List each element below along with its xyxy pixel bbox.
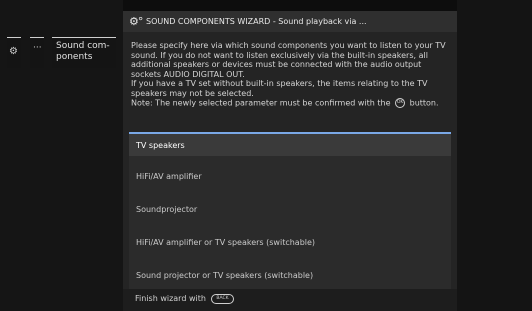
- option-label: Sound projector or TV speakers (switchab…: [136, 271, 314, 280]
- option-hifi-av-amplifier[interactable]: HiFi/AV amplifier: [129, 165, 451, 187]
- sound-options-list: TV speakers HiFi/AV amplifier Soundproje…: [129, 132, 451, 289]
- breadcrumb-ellipsis-label: ···: [33, 43, 42, 53]
- note-prefix: Note: The newly selected parameter must …: [131, 98, 391, 108]
- finish-wizard-label: Finish wizard with: [135, 294, 206, 303]
- wizard-footer: Finish wizard with BACK: [123, 289, 457, 311]
- breadcrumb-sound-components[interactable]: Sound com-ponents: [52, 37, 116, 68]
- option-tv-speakers[interactable]: TV speakers: [129, 132, 451, 156]
- breadcrumb-current-line: ponents: [56, 52, 93, 62]
- ok-button-icon: OK: [395, 98, 406, 108]
- description-paragraph-2: If you have a TV set without built-in sp…: [131, 79, 428, 98]
- dialog-title-bar: ⚙° SOUND COMPONENTS WIZARD - Sound playb…: [123, 11, 457, 32]
- option-label: HiFi/AV amplifier: [136, 172, 202, 181]
- right-panel: [457, 0, 532, 311]
- breadcrumb-ellipsis[interactable]: ···: [30, 37, 44, 68]
- gear-icon: ⚙: [9, 46, 18, 57]
- note-suffix: button.: [409, 98, 439, 108]
- dialog-title: SOUND COMPONENTS WIZARD - Sound playback…: [146, 17, 367, 26]
- breadcrumb-settings[interactable]: ⚙: [7, 37, 21, 68]
- option-label: Soundprojector: [136, 205, 198, 214]
- sound-components-wizard-dialog: ⚙° SOUND COMPONENTS WIZARD - Sound playb…: [123, 11, 457, 311]
- option-sound-projector-or-tv-speakers[interactable]: Sound projector or TV speakers (switchab…: [129, 264, 451, 286]
- description-paragraph-1: Please specify here via which sound comp…: [131, 41, 446, 79]
- dialog-description: Please specify here via which sound comp…: [131, 41, 451, 108]
- breadcrumb-current-label: Sound com-ponents: [56, 41, 110, 63]
- option-label: TV speakers: [136, 141, 185, 150]
- wizard-gears-icon: ⚙°: [129, 15, 143, 28]
- breadcrumb-current-line: Sound com-: [56, 41, 110, 51]
- option-soundprojector[interactable]: Soundprojector: [129, 198, 451, 220]
- option-label: HiFi/AV amplifier or TV speakers (switch…: [136, 238, 316, 247]
- option-hifi-av-or-tv-speakers[interactable]: HiFi/AV amplifier or TV speakers (switch…: [129, 231, 451, 253]
- description-note: Note: The newly selected parameter must …: [131, 98, 451, 108]
- back-key-icon[interactable]: BACK: [211, 294, 234, 304]
